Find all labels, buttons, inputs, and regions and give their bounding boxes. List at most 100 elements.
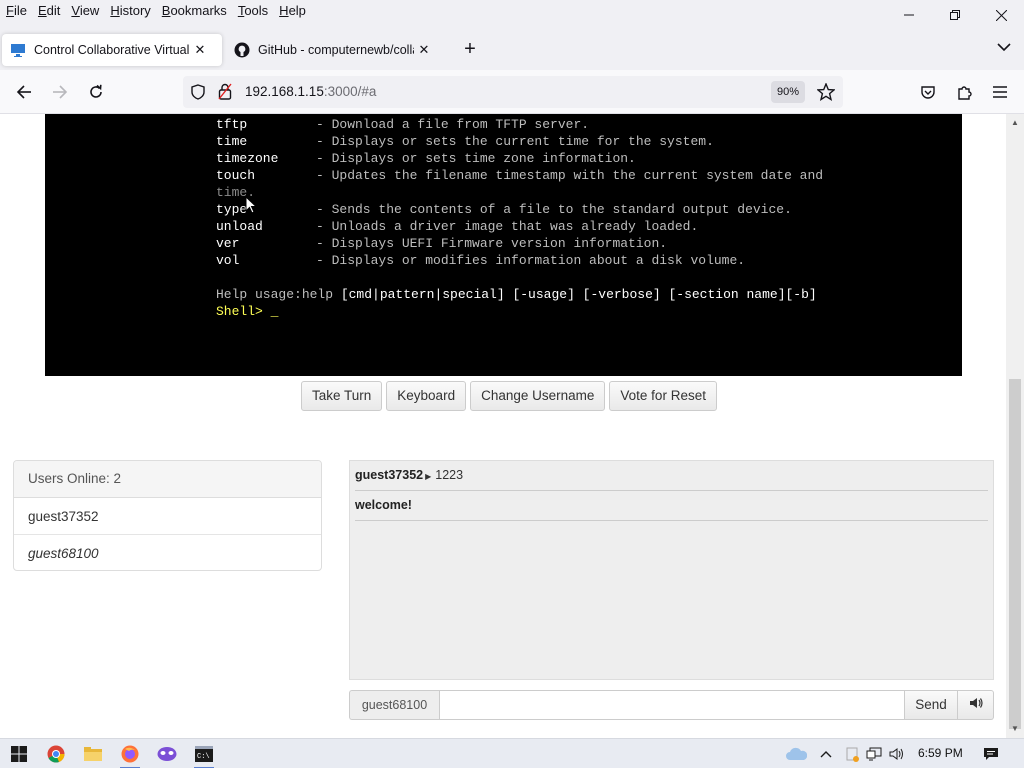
- user-list-item[interactable]: guest68100: [14, 535, 321, 570]
- taskbar-clock[interactable]: 6:59 PM: [918, 746, 963, 760]
- shield-icon[interactable]: [190, 84, 206, 103]
- restore-button[interactable]: [932, 0, 978, 30]
- back-button[interactable]: [12, 80, 36, 104]
- menu-help[interactable]: Help: [273, 0, 311, 22]
- menu-file[interactable]: File: [0, 0, 32, 22]
- notification-center-icon[interactable]: [980, 743, 1002, 765]
- window-controls: [886, 0, 1024, 30]
- extensions-button[interactable]: [952, 80, 976, 104]
- terminal-line: touch - Updates the filename timestamp wi…: [216, 167, 823, 184]
- minimize-icon: [904, 14, 914, 16]
- chat-input-row: guest68100 Send: [349, 690, 994, 720]
- terminal-line: unload - Unloads a driver image that was …: [216, 218, 823, 235]
- play-arrow-icon: ▶: [425, 472, 432, 481]
- terminal-command: tftp: [216, 117, 248, 132]
- tray-chevron-up-icon[interactable]: [815, 743, 837, 765]
- terminal-line: vol - Displays or modifies information ab…: [216, 252, 823, 269]
- vote-reset-button[interactable]: Vote for Reset: [609, 381, 717, 411]
- bookmark-star-icon[interactable]: [816, 82, 836, 104]
- menu-label-rest: ile: [13, 3, 27, 18]
- tab-control-collaborative[interactable]: Control Collaborative Virtual Ma ✕: [2, 34, 222, 66]
- sound-toggle-button[interactable]: [958, 690, 994, 720]
- users-online-header: Users Online: 2: [14, 461, 321, 498]
- svg-text:C:\: C:\: [197, 753, 210, 761]
- terminal-command: time: [216, 134, 248, 149]
- page-content: tftp - Download a file from TFTP server. t…: [0, 114, 1006, 738]
- zoom-level-badge[interactable]: 90%: [771, 81, 806, 103]
- menu-bookmarks[interactable]: Bookmarks: [156, 0, 232, 22]
- list-all-tabs-button[interactable]: [994, 40, 1014, 60]
- url-text[interactable]: 192.168.1.15:3000/#a: [245, 84, 376, 99]
- scroll-up-icon[interactable]: ▲: [1010, 118, 1020, 128]
- terminal-line: timezone - Displays or sets time zone inf…: [216, 150, 823, 167]
- minimize-button[interactable]: [886, 0, 932, 30]
- page-scrollbar[interactable]: ▲ ▼: [1006, 114, 1024, 738]
- menu-accesskey: V: [71, 3, 80, 18]
- scroll-thumb[interactable]: [1009, 379, 1021, 729]
- menu-accesskey: E: [37, 3, 47, 18]
- menu-edit[interactable]: Edit: [32, 0, 65, 22]
- terminal-taskbar-icon[interactable]: C:\: [193, 743, 215, 768]
- terminal-description: - Displays or modifies information about…: [316, 253, 746, 268]
- menu-label-rest: istory: [119, 3, 151, 18]
- file-explorer-taskbar-icon[interactable]: [82, 743, 104, 765]
- tab-title: GitHub - computernewb/collab: [258, 43, 414, 57]
- reload-button[interactable]: [84, 80, 108, 104]
- tray-app-icon[interactable]: [841, 743, 863, 765]
- url-bar[interactable]: 192.168.1.15:3000/#a 90%: [183, 76, 843, 108]
- network-icon[interactable]: [863, 743, 885, 765]
- menu-label-rest: iew: [79, 3, 100, 18]
- terminal-line: time - Displays or sets the current time …: [216, 133, 823, 150]
- app-menu-button[interactable]: [988, 80, 1012, 104]
- chat-input[interactable]: [439, 690, 905, 720]
- menu-history[interactable]: History: [104, 0, 155, 22]
- terminal-line: ver - Displays UEFI Firmware version info…: [216, 235, 823, 252]
- monitor-icon: [10, 42, 26, 58]
- menu-view[interactable]: View: [65, 0, 104, 22]
- keyboard-button[interactable]: Keyboard: [386, 381, 467, 411]
- firefox-taskbar-icon[interactable]: [119, 743, 141, 768]
- lock-icon[interactable]: [218, 83, 232, 103]
- new-tab-button[interactable]: +: [458, 38, 482, 62]
- chrome-taskbar-icon[interactable]: [45, 743, 67, 765]
- take-turn-button[interactable]: Take Turn: [301, 381, 383, 411]
- menu-label-rest: ools: [244, 3, 269, 18]
- menu-label-rest: ookmarks: [170, 3, 227, 18]
- mask-app-taskbar-icon[interactable]: [156, 743, 178, 765]
- vm-display[interactable]: tftp - Download a file from TFTP server. t…: [45, 114, 962, 376]
- back-arrow-icon: [16, 85, 31, 99]
- terminal-command: vol: [216, 253, 240, 268]
- pocket-button[interactable]: [916, 80, 940, 104]
- terminal-description: - Displays or sets the current time for …: [316, 134, 714, 149]
- close-window-button[interactable]: [978, 0, 1024, 30]
- tab-close-icon[interactable]: ✕: [192, 42, 208, 58]
- tab-close-icon[interactable]: ✕: [416, 42, 432, 58]
- volume-icon[interactable]: [886, 743, 908, 765]
- onedrive-cloud-icon[interactable]: [785, 743, 807, 765]
- menu-accesskey: F: [6, 3, 14, 18]
- mouse-cursor-icon: [245, 196, 257, 214]
- terminal-description: - Updates the filename timestamp with th…: [316, 168, 824, 183]
- scroll-down-icon[interactable]: ▼: [1010, 724, 1020, 734]
- shell-prompt: Shell> _: [216, 304, 279, 319]
- tab-github[interactable]: GitHub - computernewb/collab ✕: [226, 34, 446, 66]
- terminal-line: type - Sends the contents of a file to th…: [216, 201, 823, 218]
- terminal-command: ver: [216, 236, 240, 251]
- change-username-button[interactable]: Change Username: [470, 381, 606, 411]
- menu-tools[interactable]: Tools: [232, 0, 273, 22]
- send-button[interactable]: Send: [905, 690, 958, 720]
- terminal-line: tftp - Download a file from TFTP server.: [216, 116, 823, 133]
- terminal-command: unload: [216, 219, 263, 234]
- forward-button[interactable]: [48, 80, 72, 104]
- menu-items: File Edit View History Bookmarks Tools Help: [0, 0, 311, 22]
- menu-accesskey: H: [110, 3, 120, 18]
- user-list-item[interactable]: guest37352: [14, 498, 321, 535]
- close-icon: [995, 9, 1007, 21]
- user-list: guest37352 guest68100: [14, 498, 321, 570]
- terminal-description: - Displays or sets time zone information…: [316, 151, 636, 166]
- menu-bar: File Edit View History Bookmarks Tools Help: [0, 0, 1024, 30]
- windows-start-button[interactable]: [8, 743, 30, 765]
- navigation-toolbar: 192.168.1.15:3000/#a 90%: [0, 70, 1024, 114]
- help-args: [cmd|pattern|special] [-usage] [-verbose…: [340, 287, 817, 302]
